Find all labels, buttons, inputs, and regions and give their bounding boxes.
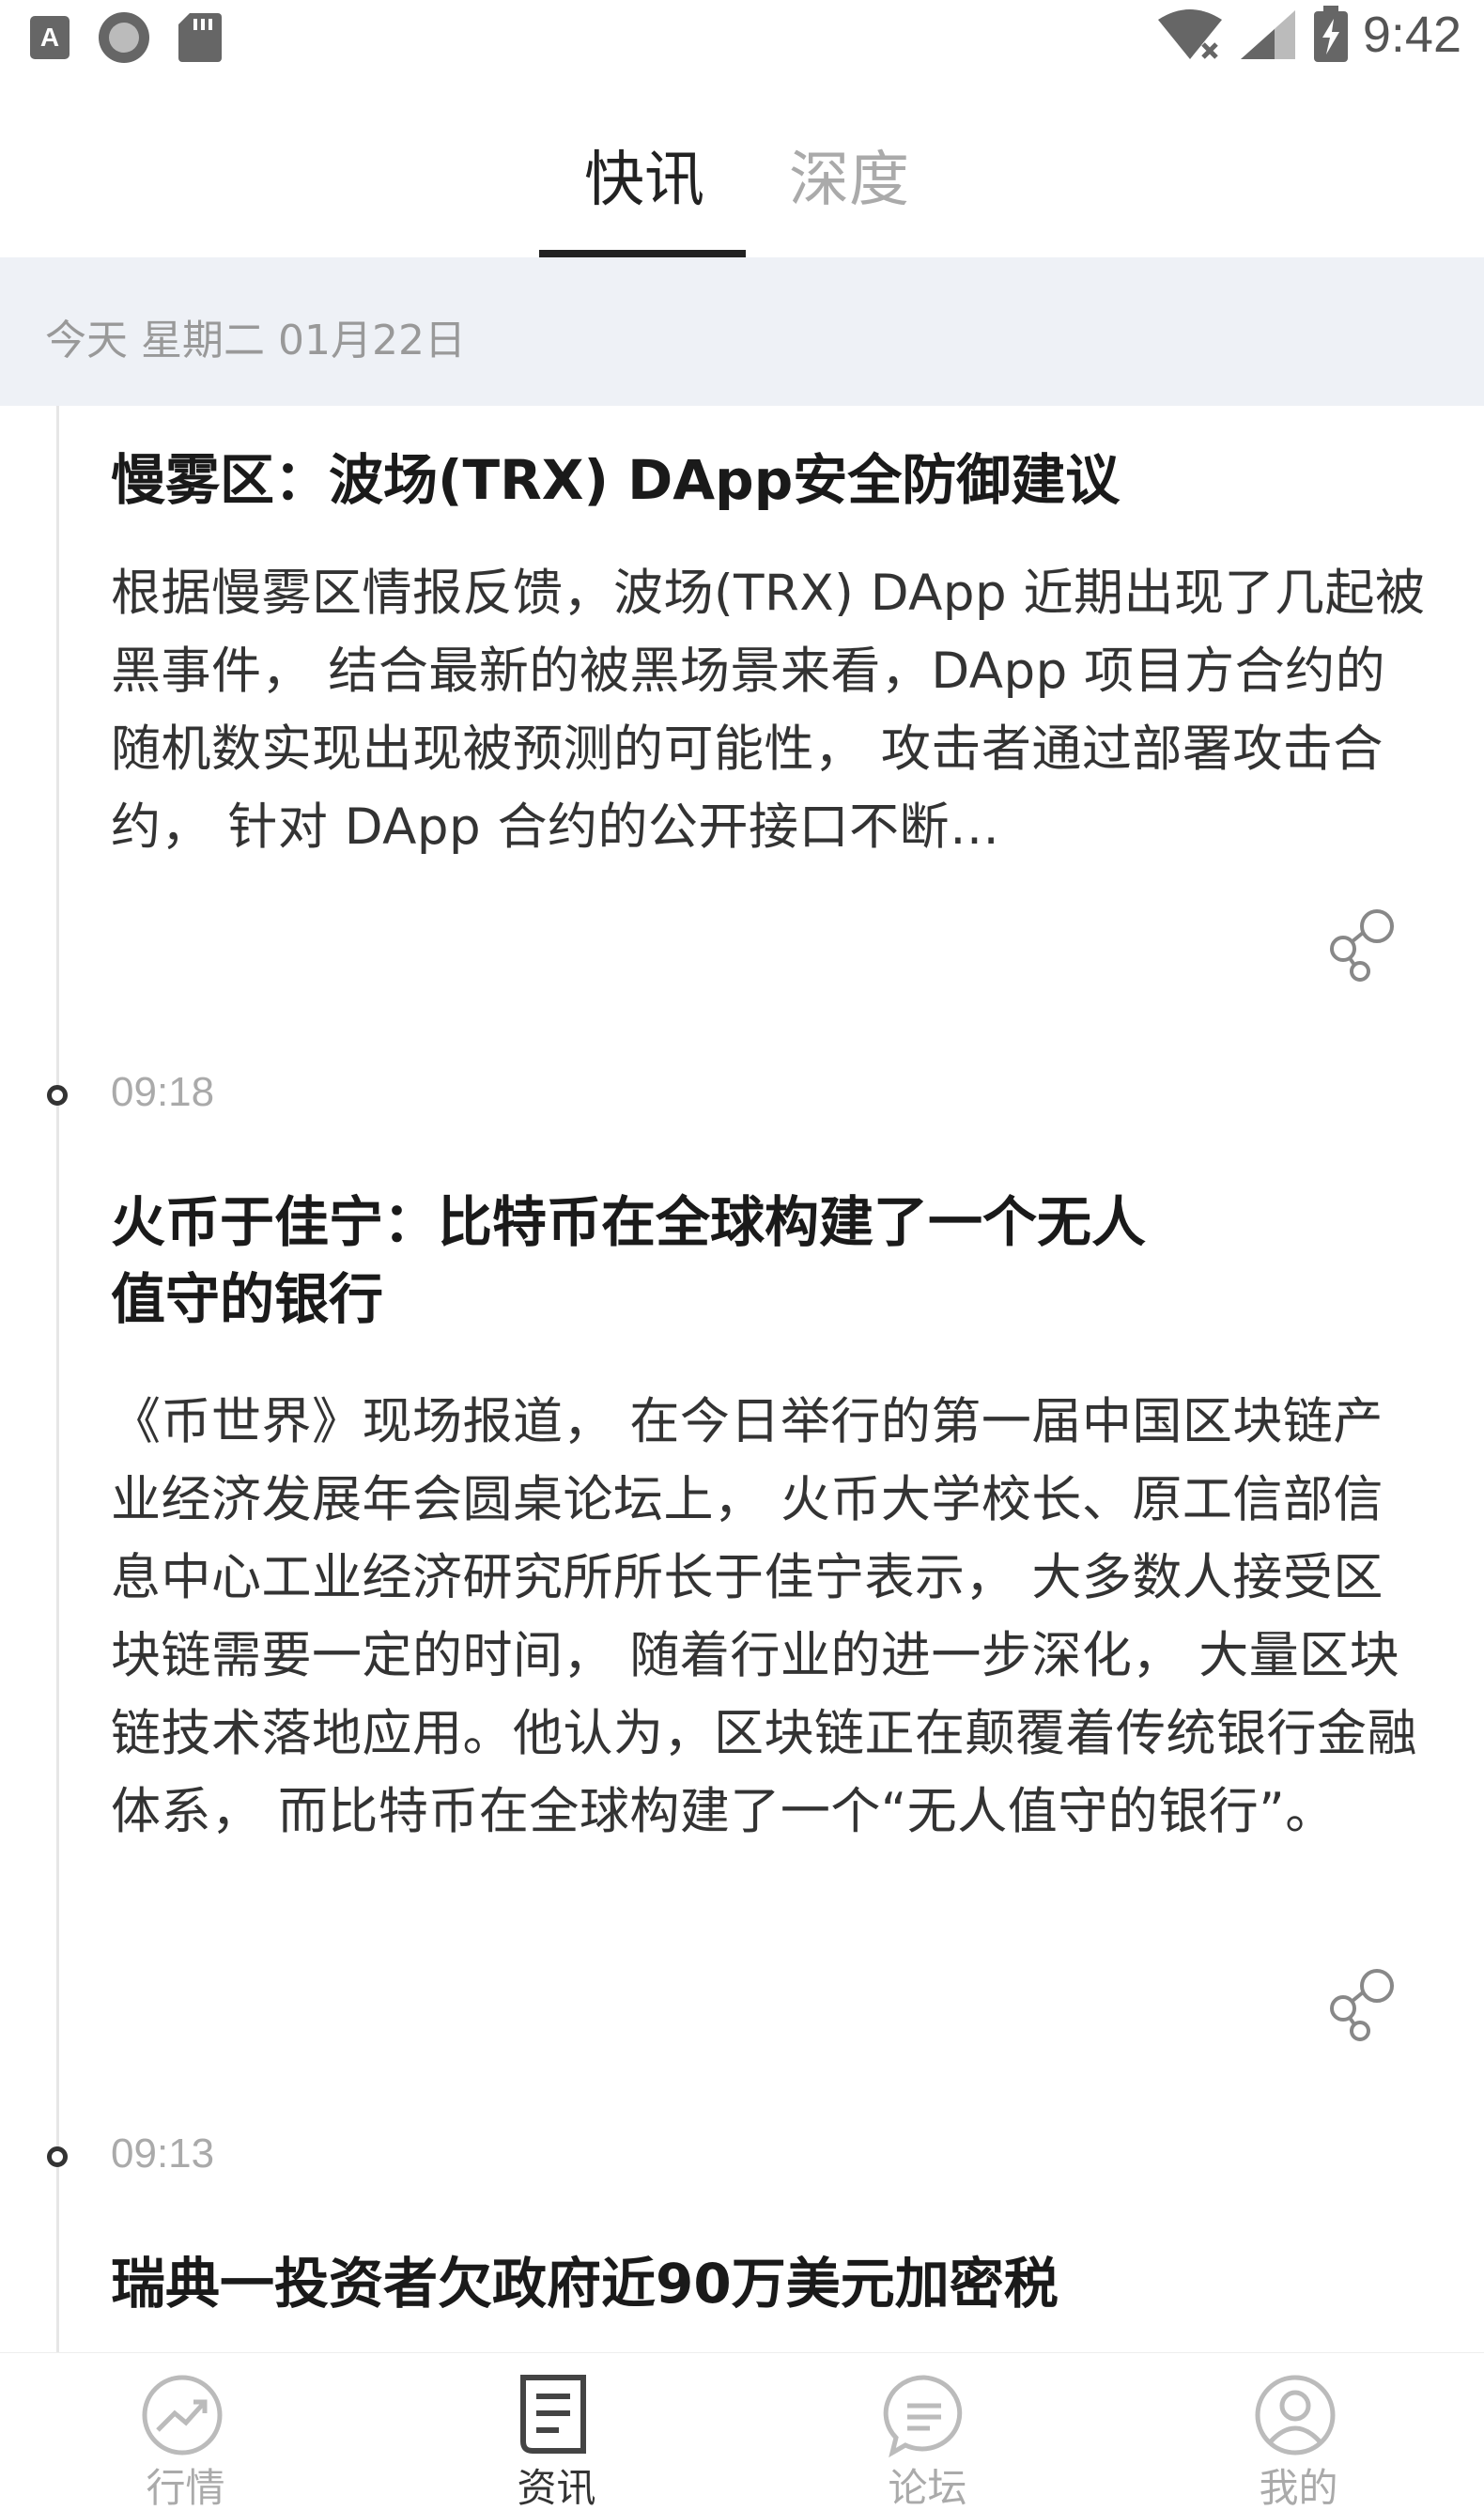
nav-label: 行情	[146, 2465, 225, 2510]
trend-chart-icon	[142, 2375, 223, 2456]
status-left-icons: A	[28, 9, 224, 66]
news-title[interactable]: 火币于佳宁：比特币在全球构建了一个无人值守的银行	[111, 1184, 1191, 1338]
nav-item-news[interactable]: 资讯	[371, 2353, 742, 2510]
status-time: 9:42	[1362, 7, 1461, 63]
sd-card-icon	[178, 13, 222, 62]
news-title[interactable]: 瑞典一投资者欠政府近90万美元加密税	[111, 2245, 1191, 2322]
wifi-off-icon	[1157, 9, 1222, 59]
news-feed[interactable]: 慢雾区：波场(TRX) DApp安全防御建议 根据慢雾区情报反馈，波场(TRX)…	[0, 406, 1484, 2352]
top-tabs: 快讯 深度	[0, 103, 1484, 257]
news-time: 09:18	[111, 1069, 215, 1115]
share-icon[interactable]	[1324, 1965, 1403, 2044]
status-right-icons: 9:42	[1156, 6, 1461, 64]
nav-label: 论坛	[888, 2465, 967, 2510]
chat-bubble-icon	[883, 2375, 963, 2458]
nav-label: 资讯	[517, 2465, 596, 2510]
cell-signal-icon	[1240, 10, 1295, 59]
share-icon[interactable]	[1324, 906, 1403, 984]
nav-item-profile[interactable]: 我的	[1113, 2353, 1484, 2510]
svg-text:A: A	[40, 23, 59, 52]
user-profile-icon	[1255, 2375, 1336, 2456]
tab-in-depth[interactable]: 深度	[789, 132, 909, 218]
tab-flash-news[interactable]: 快讯	[584, 132, 704, 218]
nav-item-forum[interactable]: 论坛	[742, 2353, 1113, 2510]
timeline-line	[56, 406, 59, 2352]
a-app-icon: A	[30, 16, 70, 59]
battery-charging-icon	[1313, 6, 1348, 62]
date-header: 今天 星期二 01月22日	[0, 257, 1484, 406]
news-body[interactable]: 《币世界》现场报道， 在今日举行的第一届中国区块链产业经济发展年会圆桌论坛上， …	[111, 1383, 1426, 1851]
circle-app-icon	[99, 12, 149, 63]
news-body[interactable]: 根据慢雾区情报反馈，波场(TRX) DApp 近期出现了几起被黑事件， 结合最新…	[111, 554, 1426, 866]
document-icon	[520, 2375, 586, 2454]
news-title[interactable]: 慢雾区：波场(TRX) DApp安全防御建议	[111, 442, 1191, 519]
nav-label: 我的	[1259, 2465, 1338, 2510]
status-bar: A 9:42	[0, 0, 1484, 79]
news-time: 09:13	[111, 2130, 215, 2177]
timeline-dot	[47, 1085, 68, 1106]
bottom-nav: 行情 资讯 论坛 我的	[0, 2352, 1484, 2510]
nav-item-market[interactable]: 行情	[0, 2353, 371, 2510]
date-text: 今天 星期二 01月22日	[45, 317, 466, 364]
timeline-dot	[47, 2146, 68, 2167]
active-tab-indicator	[539, 250, 746, 257]
